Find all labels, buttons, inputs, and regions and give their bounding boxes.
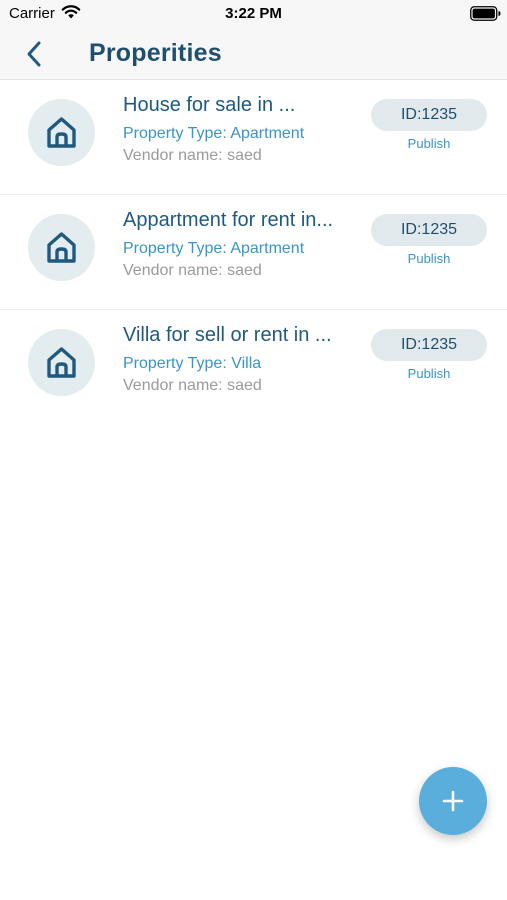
property-list: House for sale in ... Property Type: Apa… [0,80,507,425]
publish-status: Publish [407,136,451,151]
vendor-name: Vendor name: saed [123,262,262,279]
property-id-badge: ID:1235 [371,329,487,361]
vendor-name: Vendor name: saed [123,377,262,394]
property-type: Property Type: Apartment [123,125,305,142]
house-icon [47,117,76,148]
property-avatar [28,329,95,396]
property-row[interactable]: House for sale in ... Property Type: Apa… [0,80,507,195]
page-title: Properities [89,39,222,67]
house-icon [47,232,76,263]
property-title: House for sale in ... [123,94,296,116]
property-avatar [28,214,95,281]
battery-icon [470,6,501,21]
properties-screen: Carrier 3:22 PM Properities House for sa… [0,0,507,900]
vendor-name: Vendor name: saed [123,147,262,164]
status-time: 3:22 PM [225,5,282,22]
property-row[interactable]: Villa for sell or rent in ... Property T… [0,310,507,425]
chevron-left-icon [27,41,41,67]
publish-status: Publish [407,366,451,381]
publish-status: Publish [407,251,451,266]
property-title: Appartment for rent in... [123,209,334,231]
house-icon [47,347,76,378]
navigation-bar: Properities [0,28,507,80]
plus-icon [442,790,464,812]
property-id-badge: ID:1235 [371,214,487,246]
add-property-button[interactable] [419,767,487,835]
property-type: Property Type: Apartment [123,240,305,257]
property-row[interactable]: Appartment for rent in... Property Type:… [0,195,507,310]
property-title: Villa for sell or rent in ... [123,324,332,346]
status-bar: Carrier 3:22 PM [0,0,507,28]
property-id-badge: ID:1235 [371,99,487,131]
back-button[interactable] [22,40,48,68]
property-avatar [28,99,95,166]
property-type: Property Type: Villa [123,355,262,372]
